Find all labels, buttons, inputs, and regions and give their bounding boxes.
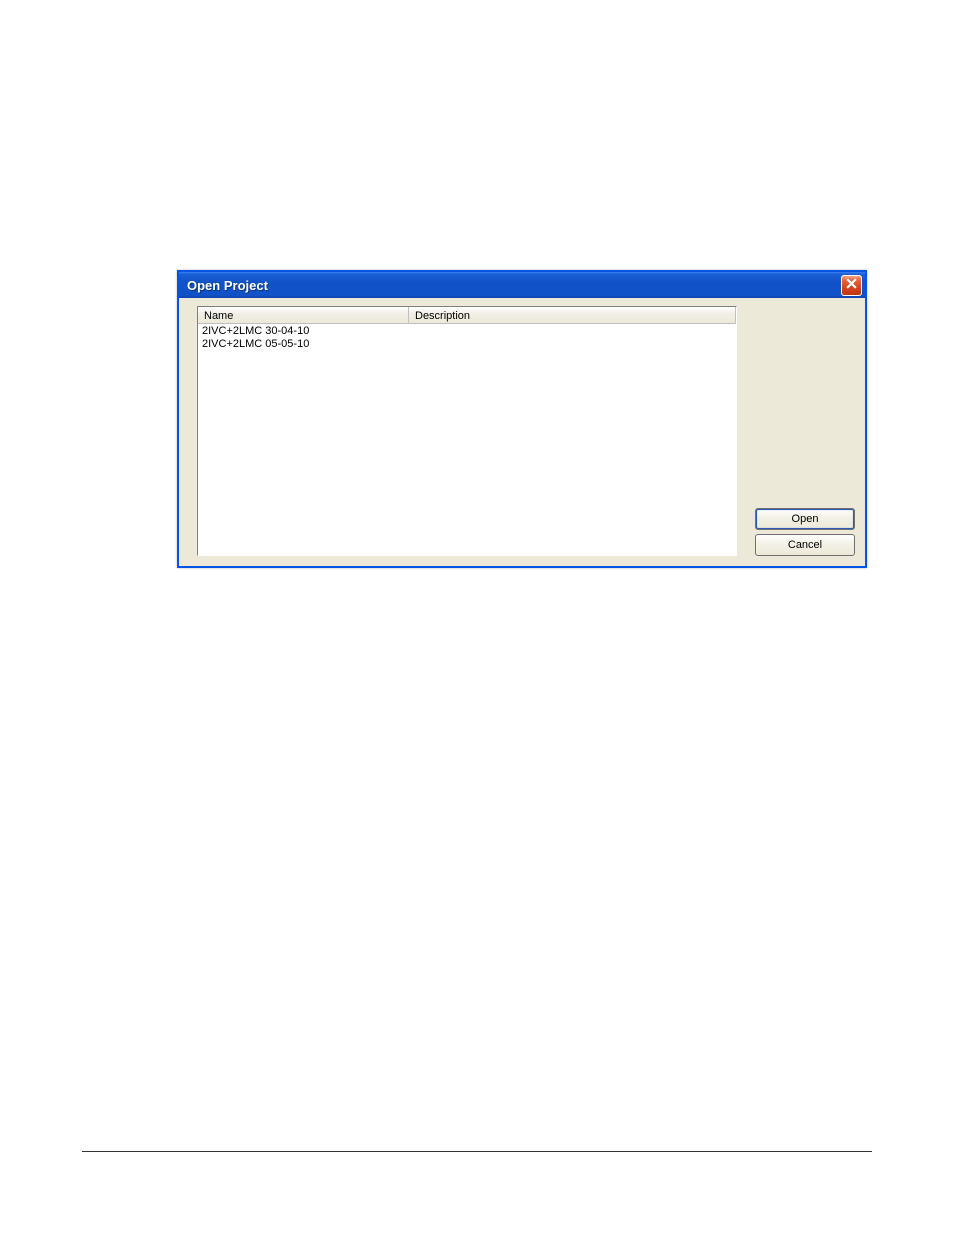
list-item-name: 2IVC+2LMC 05-05-10 xyxy=(202,338,309,350)
close-button[interactable] xyxy=(841,275,862,296)
column-header-description[interactable]: Description xyxy=(409,307,736,323)
project-list: Name Description 2IVC+2LMC 30-04-10 2IVC… xyxy=(197,306,737,556)
titlebar[interactable]: Open Project xyxy=(179,272,865,298)
list-header: Name Description xyxy=(198,307,736,324)
close-icon xyxy=(846,278,857,292)
open-button[interactable]: Open xyxy=(755,508,855,530)
open-project-dialog: Open Project Name Description 2IVC+2LMC … xyxy=(177,270,867,568)
dialog-title: Open Project xyxy=(187,278,841,293)
column-header-name[interactable]: Name xyxy=(198,307,409,323)
dialog-body: Name Description 2IVC+2LMC 30-04-10 2IVC… xyxy=(179,298,865,566)
footer-divider xyxy=(82,1151,872,1152)
list-item-name: 2IVC+2LMC 30-04-10 xyxy=(202,325,309,337)
cancel-button[interactable]: Cancel xyxy=(755,534,855,556)
list-item[interactable]: 2IVC+2LMC 30-04-10 xyxy=(198,324,736,337)
button-column: Open Cancel xyxy=(755,306,855,556)
list-rows[interactable]: 2IVC+2LMC 30-04-10 2IVC+2LMC 05-05-10 xyxy=(198,324,736,555)
list-item[interactable]: 2IVC+2LMC 05-05-10 xyxy=(198,337,736,350)
